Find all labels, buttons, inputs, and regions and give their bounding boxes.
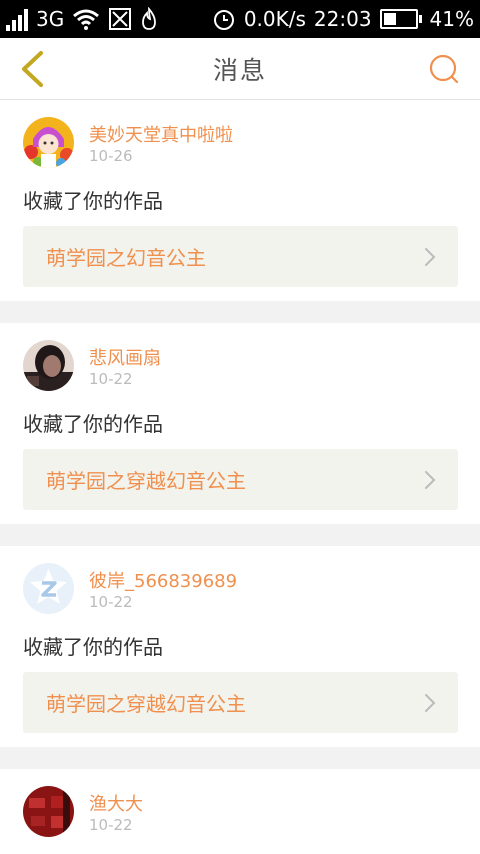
avatar[interactable] [23,340,74,391]
work-link[interactable]: 萌学园之幻音公主 [23,226,458,287]
net-speed: 0.0K/s [243,7,306,31]
nav-bar: 消息 [0,38,480,100]
message-date: 10-26 [89,147,133,165]
message-list: 美妙天堂真中啦啦 10-26 收藏了你的作品 萌学园之幻音公主 悲风画扇 10-… [0,100,480,854]
flame-icon [140,7,158,31]
user-name[interactable]: 美妙天堂真中啦啦 [89,121,233,147]
wifi-icon [72,8,100,30]
chevron-right-icon [424,247,436,267]
work-link[interactable]: 萌学园之穿越幻音公主 [23,449,458,510]
message-card: 彼岸_566839689 10-22 收藏了你的作品 萌学园之穿越幻音公主 [0,546,480,747]
user-name[interactable]: 悲风画扇 [89,344,161,370]
message-date: 10-22 [89,816,133,834]
alarm-icon [212,7,236,31]
status-bar: 3G 0.0K/s 22:03 41% [0,0,480,38]
message-card: 渔大大 10-22 [0,769,480,854]
work-link[interactable]: 萌学园之穿越幻音公主 [23,672,458,733]
sim-icon [108,7,132,31]
message-date: 10-22 [89,593,133,611]
back-button[interactable] [12,49,52,89]
chevron-left-icon [22,51,43,87]
battery-percent: 41% [429,7,474,31]
work-title: 萌学园之穿越幻音公主 [46,692,246,716]
chevron-right-icon [424,693,436,713]
page-title: 消息 [212,55,267,85]
message-card: 悲风画扇 10-22 收藏了你的作品 萌学园之穿越幻音公主 [0,323,480,524]
avatar[interactable] [23,786,74,837]
search-icon [429,54,459,84]
work-title: 萌学园之穿越幻音公主 [46,469,246,493]
action-text: 收藏了你的作品 [23,412,163,436]
user-name[interactable]: 渔大大 [89,790,143,816]
clock: 22:03 [313,7,372,31]
chevron-right-icon [424,470,436,490]
battery-icon [379,9,422,29]
action-text: 收藏了你的作品 [23,635,163,659]
signal-icon [6,7,28,31]
user-name[interactable]: 彼岸_566839689 [89,567,237,593]
action-text: 收藏了你的作品 [23,189,163,213]
message-date: 10-22 [89,370,133,388]
avatar[interactable] [23,117,74,168]
avatar[interactable] [23,563,74,614]
network-type: 3G [36,7,65,31]
search-button[interactable] [426,51,462,87]
work-title: 萌学园之幻音公主 [46,246,206,270]
message-card: 美妙天堂真中啦啦 10-26 收藏了你的作品 萌学园之幻音公主 [0,100,480,301]
